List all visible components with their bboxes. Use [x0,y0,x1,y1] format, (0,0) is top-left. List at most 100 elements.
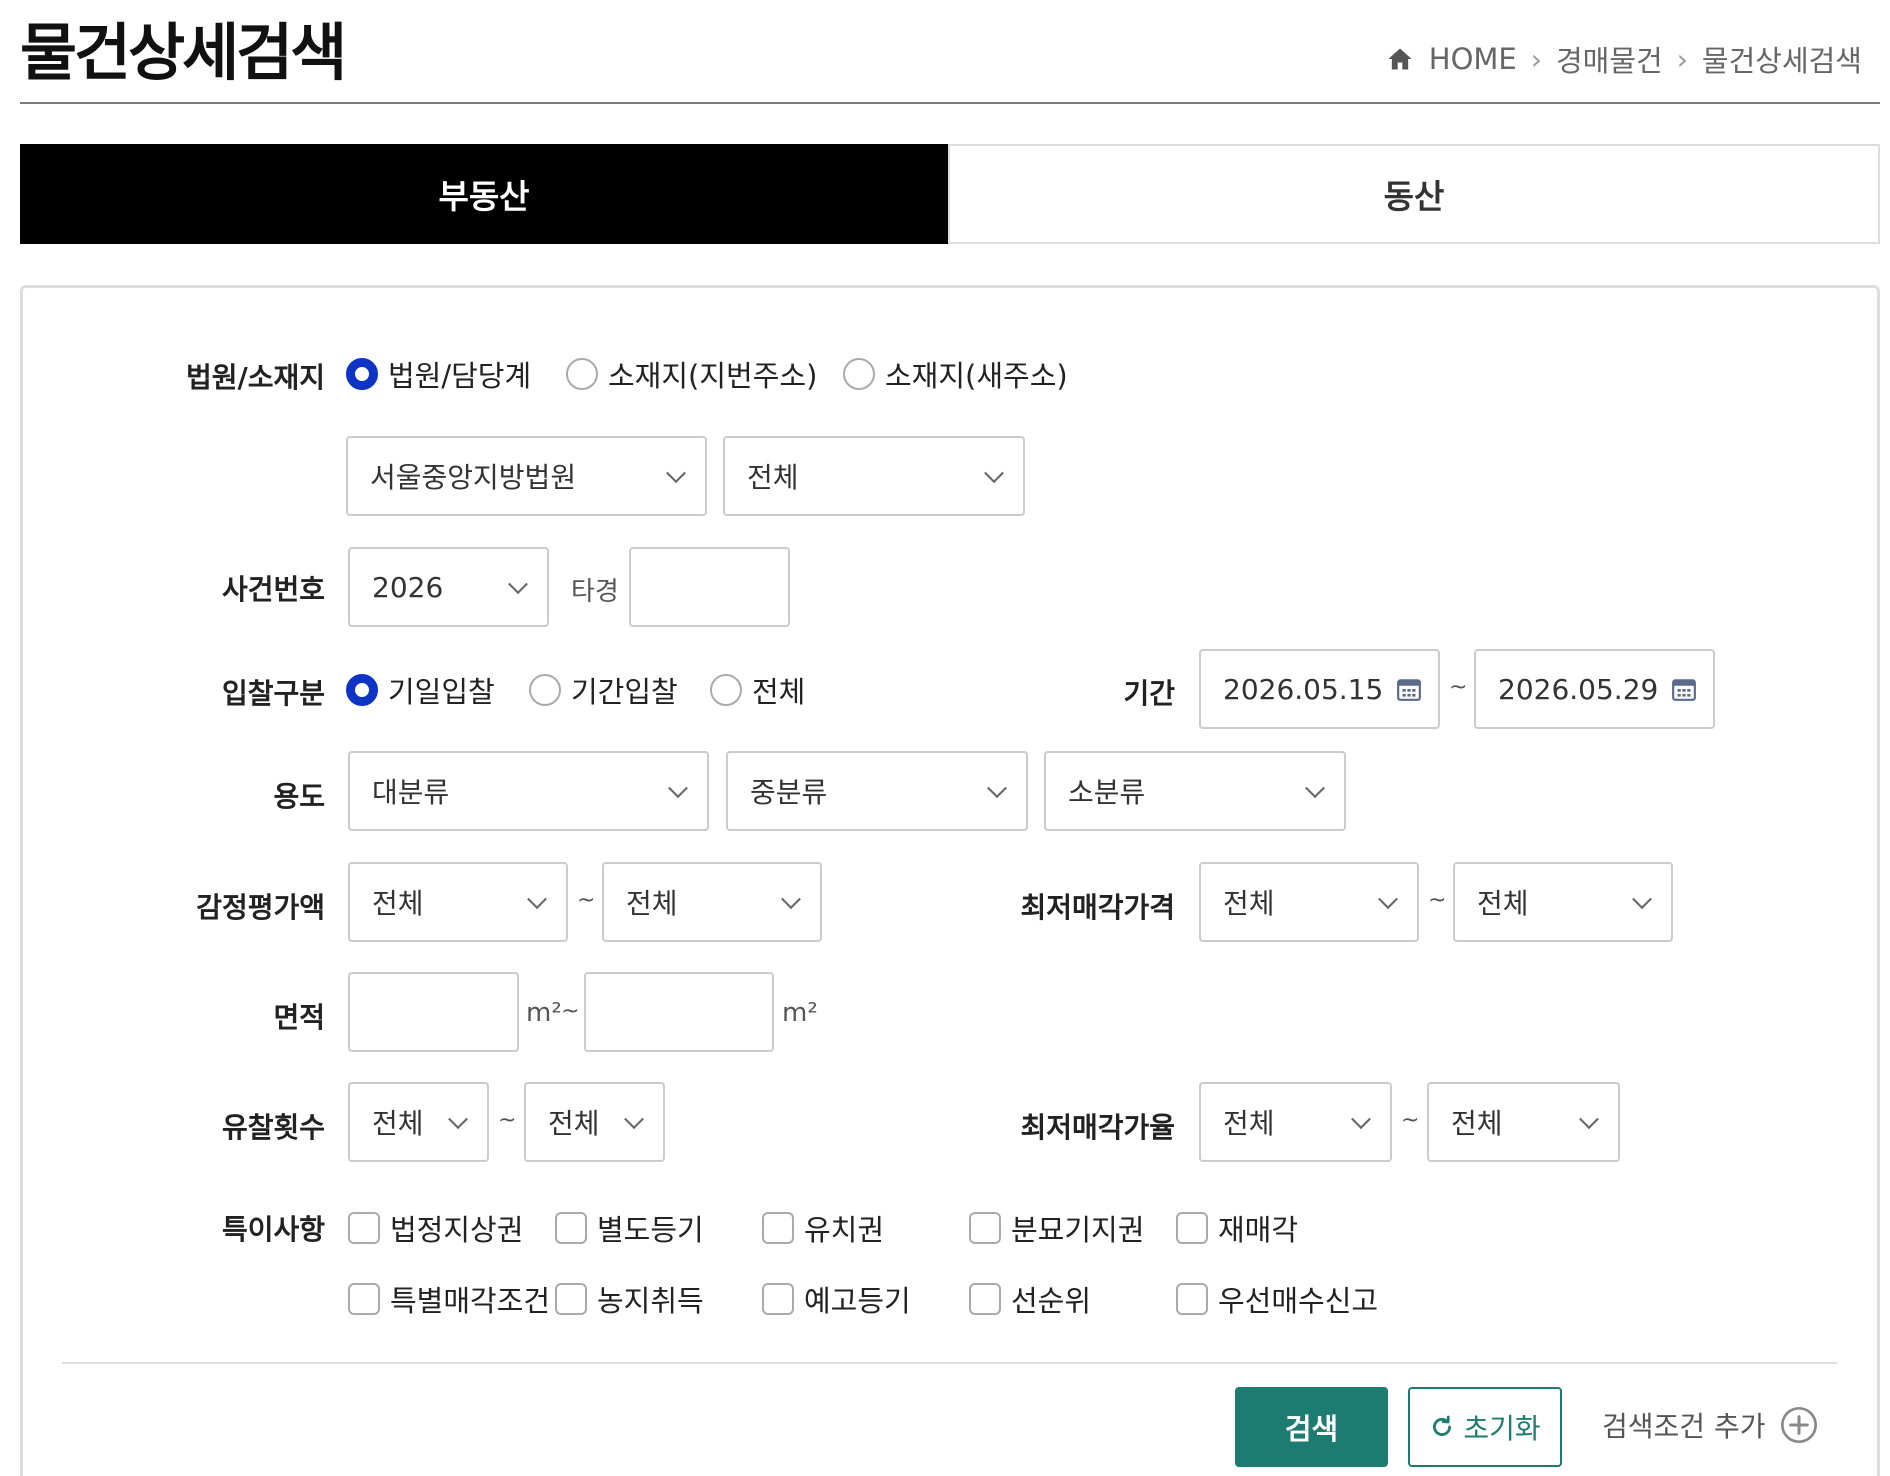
chevron-down-icon [781,889,801,910]
checkbox-preliminary-registration[interactable]: 예고등기 [762,1278,911,1320]
page-title: 물건상세검색 [20,16,347,89]
home-icon[interactable] [1385,45,1415,73]
add-condition-label: 검색조건 추가 [1602,1410,1766,1443]
radio-location-lot[interactable]: 소재지(지번주소) [566,353,817,395]
radio-unselected-icon [843,358,875,390]
area-label: 면적 [273,1001,325,1034]
area-max-input[interactable] [584,972,774,1052]
fail-count-min-value: 전체 [372,1107,424,1140]
radio-court-division[interactable]: 법원/담당계 [346,353,531,395]
header-divider [20,102,1880,104]
chevron-down-icon [668,778,688,799]
court-select[interactable]: 서울중앙지방법원 [346,436,707,516]
chevron-down-icon [1632,889,1652,910]
checkbox-senior-priority[interactable]: 선순위 [969,1278,1091,1320]
fail-count-min-select[interactable]: 전체 [348,1082,489,1162]
checkbox-label: 별도등기 [597,1213,704,1247]
min-rate-min-value: 전체 [1223,1107,1275,1140]
court-select-value: 서울중앙지방법원 [370,461,577,494]
case-number-label: 사건번호 [221,573,325,606]
area-unit: m² [782,998,818,1028]
checkbox-label: 예고등기 [804,1284,911,1318]
chevron-down-icon [624,1109,644,1130]
usage-minor-select[interactable]: 소분류 [1044,751,1346,831]
calendar-icon[interactable] [1396,676,1422,702]
period-label: 기간 [1123,677,1175,710]
radio-label: 기일입찰 [388,675,495,709]
usage-middle-value: 중분류 [750,776,828,809]
search-button[interactable]: 검색 [1235,1387,1388,1467]
calendar-icon[interactable] [1671,676,1697,702]
radio-label: 소재지(지번주소) [608,359,818,393]
min-rate-min-select[interactable]: 전체 [1199,1082,1392,1162]
case-year-select[interactable]: 2026 [348,547,549,627]
case-number-input[interactable] [629,547,790,627]
min-rate-max-value: 전체 [1451,1107,1503,1140]
breadcrumb-auction-items[interactable]: 경매물건 [1556,38,1663,80]
tab-movable-property[interactable]: 동산 [948,144,1880,244]
chevron-right-icon: › [1530,42,1542,76]
appraisal-max-select[interactable]: 전체 [602,862,822,942]
refresh-icon [1433,1415,1452,1436]
radio-date-bid[interactable]: 기일입찰 [346,669,495,711]
area-min-input[interactable] [348,972,519,1052]
fail-count-max-select[interactable]: 전체 [524,1082,665,1162]
checkbox-label: 우선매수신고 [1218,1284,1379,1318]
checkbox-icon [1176,1283,1208,1315]
appraisal-min-select[interactable]: 전체 [348,862,568,942]
usage-major-value: 대분류 [372,776,450,809]
breadcrumb-home[interactable]: HOME [1429,42,1517,76]
division-select[interactable]: 전체 [723,436,1025,516]
division-select-value: 전체 [747,461,799,494]
radio-label: 전체 [752,675,806,709]
checkbox-icon [969,1212,1001,1244]
checkbox-icon [555,1283,587,1315]
radio-all-bid[interactable]: 전체 [710,669,805,711]
checkbox-label: 농지취득 [597,1284,704,1318]
chevron-down-icon [508,574,528,595]
chevron-down-icon [448,1109,468,1130]
range-separator: ~ [1449,675,1468,700]
reset-button[interactable]: 초기화 [1408,1387,1562,1467]
appraisal-label: 감정평가액 [196,891,325,924]
range-separator: ~ [561,999,580,1024]
radio-label: 기간입찰 [571,675,678,709]
checkbox-resale[interactable]: 재매각 [1176,1207,1298,1249]
checkbox-icon [348,1212,380,1244]
period-start-value: 2026.05.15 [1223,672,1384,706]
breadcrumb-current: 물건상세검색 [1701,44,1862,78]
period-end-input[interactable]: 2026.05.29 [1474,649,1715,729]
category-tabs: 부동산 동산 [20,144,1880,244]
radio-period-bid[interactable]: 기간입찰 [529,669,678,711]
checkbox-special-sale-conditions[interactable]: 특별매각조건 [348,1278,550,1320]
tab-real-estate[interactable]: 부동산 [20,144,948,244]
min-price-min-value: 전체 [1223,887,1275,920]
period-start-input[interactable]: 2026.05.15 [1199,649,1440,729]
usage-minor-value: 소분류 [1068,776,1146,809]
chevron-down-icon [527,889,547,910]
checkbox-icon [969,1283,1001,1315]
checkbox-farmland-acquisition[interactable]: 농지취득 [555,1278,704,1320]
checkbox-legal-superficies[interactable]: 법정지상권 [348,1207,523,1249]
radio-selected-icon [346,674,378,706]
checkbox-label: 유치권 [804,1213,885,1247]
add-search-condition[interactable]: 검색조건 추가 [1602,1405,1819,1445]
usage-middle-select[interactable]: 중분류 [726,751,1028,831]
checkbox-grave-right[interactable]: 분묘기지권 [969,1207,1144,1249]
min-rate-max-select[interactable]: 전체 [1427,1082,1620,1162]
min-rate-label: 최저매각가율 [1020,1111,1175,1144]
plus-circle-icon[interactable] [1779,1405,1819,1445]
checkbox-label: 재매각 [1218,1213,1299,1247]
usage-major-select[interactable]: 대분류 [348,751,709,831]
min-price-max-select[interactable]: 전체 [1453,862,1673,942]
checkbox-label: 특별매각조건 [390,1284,551,1318]
checkbox-label: 분묘기지권 [1011,1213,1145,1247]
radio-unselected-icon [566,358,598,390]
checkbox-preemptive-purchase[interactable]: 우선매수신고 [1176,1278,1378,1320]
checkbox-lien[interactable]: 유치권 [762,1207,884,1249]
checkbox-icon [762,1283,794,1315]
min-price-min-select[interactable]: 전체 [1199,862,1419,942]
chevron-right-icon: › [1676,42,1688,76]
checkbox-separate-registration[interactable]: 별도등기 [555,1207,704,1249]
radio-location-road[interactable]: 소재지(새주소) [843,353,1068,395]
